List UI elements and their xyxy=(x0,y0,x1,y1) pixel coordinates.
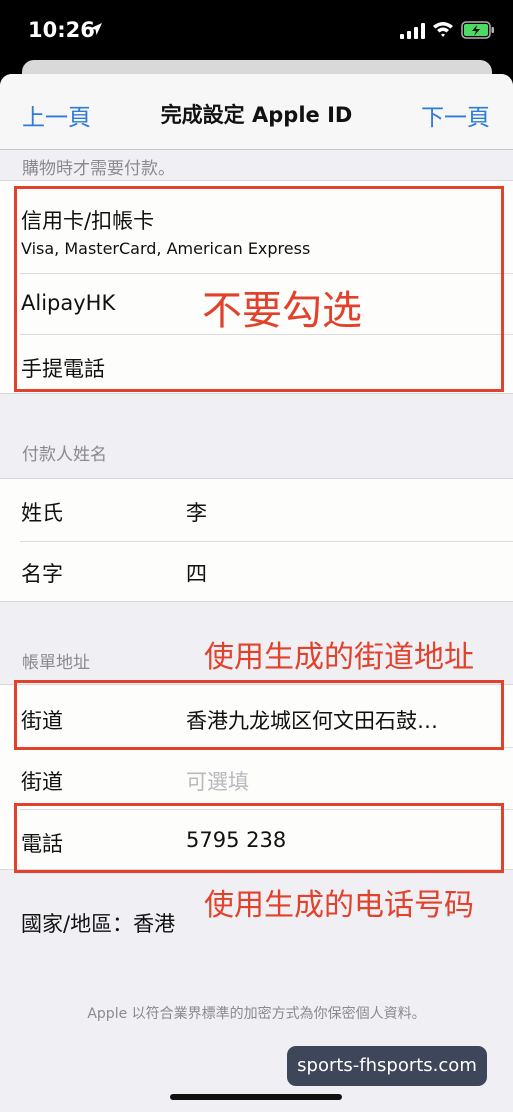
last-name-field[interactable]: 李 xyxy=(186,497,207,527)
privacy-note: Apple 以符合業界標準的加密方式為你保密個人資料。 xyxy=(87,1006,426,1022)
payment-section-header: 購物時才需要付款。 xyxy=(22,159,175,179)
street-label: 街道 xyxy=(21,770,63,794)
status-bar: 10:26 xyxy=(0,0,513,62)
cellular-signal-icon xyxy=(400,23,425,39)
battery-charging-icon xyxy=(461,21,494,39)
next-button[interactable]: 下一頁 xyxy=(421,98,490,132)
first-name-label: 名字 xyxy=(21,562,63,586)
status-time: 10:26 xyxy=(28,18,95,42)
home-indicator[interactable] xyxy=(170,1094,342,1100)
phone-annotation: 使用生成的电话号码 xyxy=(204,888,474,923)
wifi-icon xyxy=(433,22,453,37)
first-name-field[interactable]: 四 xyxy=(186,558,207,588)
street-optional-field[interactable]: 可選填 xyxy=(186,766,249,796)
navigation-bar: 上一頁 完成設定 Apple ID 下一頁 xyxy=(0,74,513,150)
setup-sheet: 上一頁 完成設定 Apple ID 下一頁 購物時才需要付款。 信用卡/扣帳卡 … xyxy=(0,74,513,1112)
payment-annotation: 不要勾选 xyxy=(202,288,362,334)
phone-highlight-box xyxy=(14,803,504,873)
watermark: sports-fhsports.com xyxy=(287,1046,487,1086)
billing-section-header: 帳單地址 xyxy=(22,653,90,673)
street-annotation: 使用生成的街道地址 xyxy=(204,640,474,675)
payer-section-header: 付款人姓名 xyxy=(22,445,107,465)
payer-name-list: 姓氏 李 名字 四 xyxy=(0,478,513,602)
location-arrow-icon xyxy=(90,23,102,35)
country-region-label: 國家/地區：香港 xyxy=(21,912,176,936)
last-name-row[interactable]: 姓氏 李 xyxy=(0,479,513,541)
last-name-label: 姓氏 xyxy=(21,501,63,525)
street-row-2[interactable]: 街道 可選填 xyxy=(0,748,513,809)
street-highlight-box xyxy=(14,680,504,750)
first-name-row[interactable]: 名字 四 xyxy=(0,542,513,603)
